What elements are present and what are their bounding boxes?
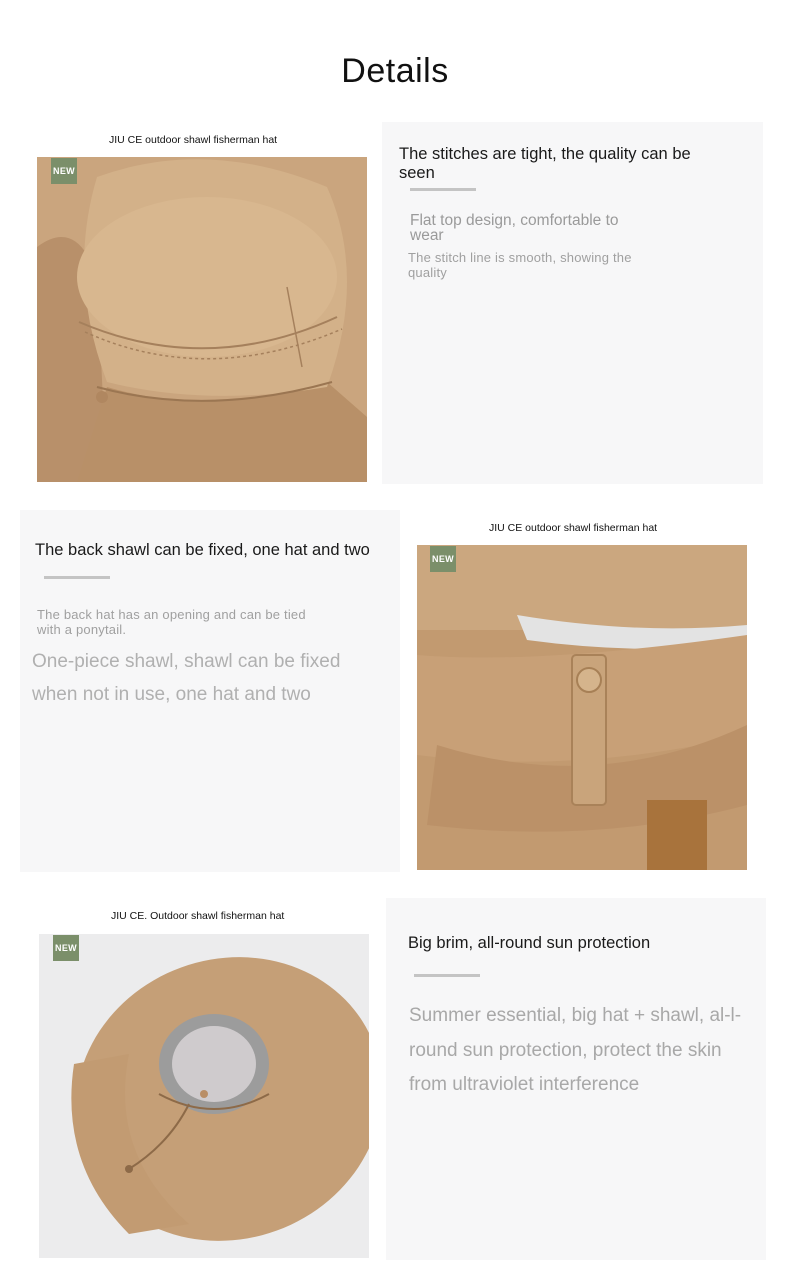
product-photo-top [37,157,367,482]
new-badge: NEW [51,158,77,184]
heading-divider [44,576,110,579]
new-badge: NEW [430,546,456,572]
heading-divider [410,188,476,191]
new-badge: NEW [53,935,79,961]
product-photo-bottom [39,934,369,1258]
caption-3: JIU CE. Outdoor shawl fisherman hat [111,910,285,922]
section-subheading-2: The back hat has an opening and can be t… [37,607,306,637]
section-heading-2: The back shawl can be fixed, one hat and… [35,541,370,559]
section-heading-1: The stitches are tight, the quality can … [399,145,691,182]
caption-1: JIU CE outdoor shawl fisherman hat [109,134,278,146]
product-photo-middle [417,545,747,870]
page-title: Details [341,52,449,90]
section-body-1: The stitch line is smooth, showing the q… [408,250,632,280]
caption-2: JIU CE outdoor shawl fisherman hat [489,522,658,534]
section-subheading-1: Flat top design, comfortable to wear [410,212,619,244]
heading-divider [414,974,480,977]
section-heading-3: Big brim, all-round sun protection [408,934,651,952]
section-body-2: One-piece shawl, shawl can be fixed when… [32,651,341,705]
section-body-3: Summer essential, big hat + shawl, al-l-… [409,1005,742,1095]
